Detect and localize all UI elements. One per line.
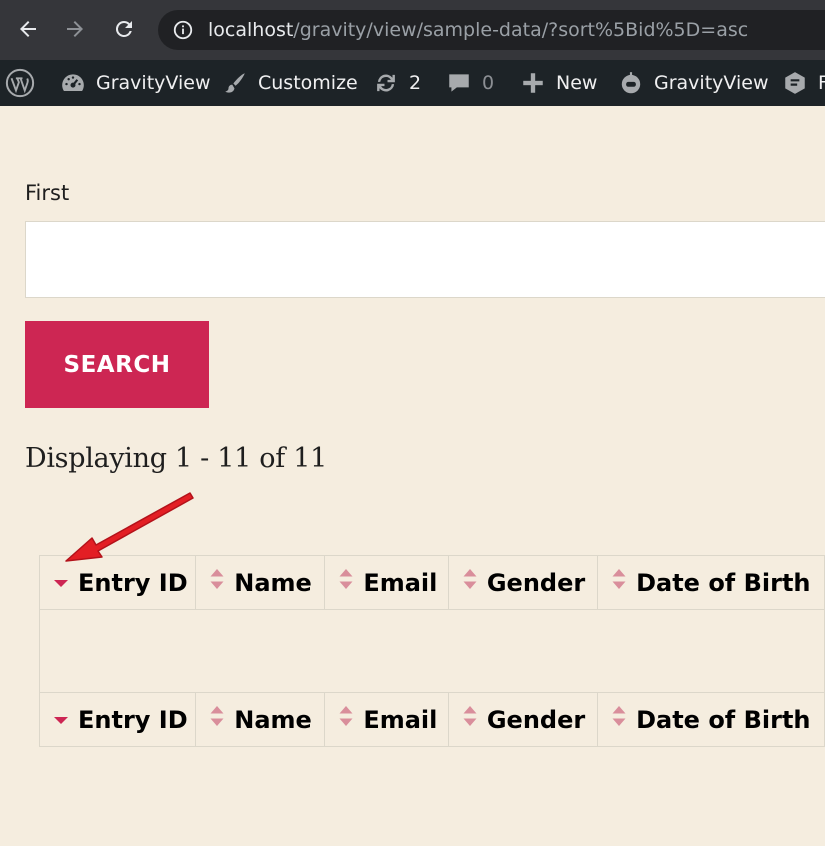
customize-label: Customize — [258, 72, 358, 94]
column-label: Gender — [486, 706, 586, 734]
footer-header-email[interactable]: Email — [324, 692, 449, 747]
site-name-label: GravityView — [96, 72, 211, 94]
paintbrush-icon — [225, 73, 245, 93]
first-name-search-input[interactable] — [25, 221, 825, 298]
site-name-menu[interactable]: GravityView — [60, 60, 210, 106]
customize-link[interactable]: Customize — [222, 60, 358, 106]
table-footer-row: Entry ID Name Email Gender Date of Birth — [38, 692, 825, 747]
comments-link[interactable]: 0 — [446, 60, 494, 106]
wordpress-logo-icon — [5, 68, 35, 98]
footer-header-gender[interactable]: Gender — [447, 692, 599, 747]
column-label: Email — [363, 569, 438, 597]
address-bar[interactable]: localhost/gravity/view/sample-data/?sort… — [158, 10, 825, 50]
browser-toolbar: localhost/gravity/view/sample-data/?sort… — [0, 0, 825, 60]
footer-header-date-of-birth[interactable]: Date of Birth — [597, 692, 825, 747]
wp-admin-bar: GravityView Customize 2 0 New GravityVie… — [0, 60, 825, 106]
sort-both-icon[interactable] — [210, 568, 224, 590]
forward-arrow-icon — [67, 21, 83, 37]
updates-count: 2 — [409, 72, 422, 94]
new-content-label: New — [556, 72, 598, 94]
updates-link[interactable]: 2 — [373, 60, 421, 106]
plus-icon — [523, 73, 543, 93]
forms-menu-label: F — [818, 72, 825, 94]
gravityview-menu[interactable]: GravityView — [618, 60, 768, 106]
url-text[interactable]: localhost/gravity/view/sample-data/?sort… — [208, 19, 748, 41]
comments-count: 0 — [482, 72, 495, 94]
info-icon[interactable] — [172, 19, 194, 41]
column-label: Name — [234, 706, 312, 734]
table-row — [39, 609, 825, 693]
first-name-field-label: First — [25, 181, 70, 205]
footer-header-entry-id[interactable]: Entry ID — [38, 692, 197, 747]
annotation-arrow-icon — [65, 492, 194, 562]
column-label: Name — [234, 569, 312, 597]
column-label: Email — [363, 706, 438, 734]
gravity-forms-icon — [785, 72, 805, 94]
search-button[interactable]: SEARCH — [25, 321, 209, 408]
column-label: Gender — [486, 569, 586, 597]
updates-icon — [377, 74, 395, 92]
url-path: /gravity/view/sample-data/?sort%5Bid%5D=… — [293, 19, 749, 41]
column-header-name[interactable]: Name — [195, 555, 326, 610]
wp-logo-menu[interactable] — [5, 60, 35, 106]
sort-both-icon[interactable] — [463, 568, 477, 590]
reload-button[interactable] — [109, 14, 139, 44]
comment-bubble-icon — [449, 74, 469, 92]
column-label: Date of Birth — [636, 706, 811, 734]
gravityview-menu-label: GravityView — [654, 72, 769, 94]
sort-both-icon[interactable] — [612, 568, 626, 590]
results-summary: Displaying 1 - 11 of 11 — [25, 443, 327, 474]
column-label: Date of Birth — [636, 569, 811, 597]
sort-descending-icon[interactable] — [54, 715, 68, 725]
reload-icon — [115, 20, 132, 37]
footer-header-name[interactable]: Name — [195, 692, 326, 747]
empty-table-body-cell — [39, 609, 825, 693]
sort-both-icon[interactable] — [210, 705, 224, 727]
back-button[interactable] — [13, 14, 43, 44]
sort-both-icon[interactable] — [463, 705, 477, 727]
column-header-date-of-birth[interactable]: Date of Birth — [597, 555, 825, 610]
column-label: Entry ID — [78, 706, 188, 734]
dashboard-gauge-icon — [62, 74, 84, 92]
forms-menu[interactable]: F — [782, 60, 825, 106]
gravityview-astronaut-icon — [621, 72, 641, 94]
url-host: localhost — [208, 19, 294, 41]
new-content-menu[interactable]: New — [520, 60, 597, 106]
sort-both-icon[interactable] — [339, 568, 353, 590]
sort-both-icon[interactable] — [339, 705, 353, 727]
forward-button[interactable] — [60, 14, 90, 44]
back-arrow-icon — [20, 21, 36, 37]
column-header-email[interactable]: Email — [324, 555, 449, 610]
sort-both-icon[interactable] — [612, 705, 626, 727]
column-header-gender[interactable]: Gender — [447, 555, 599, 610]
